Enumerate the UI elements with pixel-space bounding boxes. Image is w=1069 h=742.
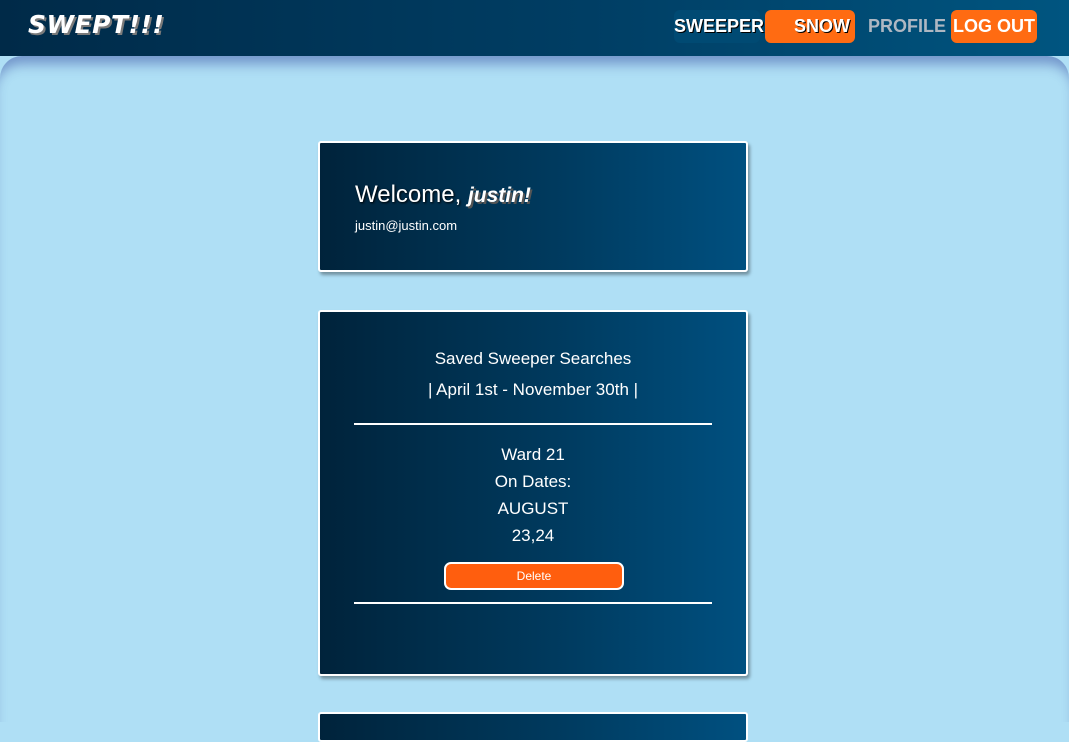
divider-bottom <box>354 602 712 604</box>
nav-profile-button[interactable]: PROFILE <box>868 10 946 43</box>
month-label: AUGUST <box>497 499 569 518</box>
saved-searches-title: Saved Sweeper Searches <box>434 349 632 368</box>
days-label: 23,24 <box>511 526 555 545</box>
delete-button[interactable]: Delete <box>444 562 624 590</box>
top-navbar: SWEPT!!! SWEEPER SNOW PROFILE LOG OUT <box>0 0 1069 56</box>
app-logo[interactable]: SWEPT!!! <box>28 10 164 39</box>
nav-sweeper-button[interactable]: SWEEPER <box>674 10 764 43</box>
welcome-username: justin! <box>467 184 531 207</box>
welcome-greeting: Welcome, <box>355 181 462 208</box>
next-card <box>318 712 748 742</box>
user-email: justin@justin.com <box>355 218 458 233</box>
saved-searches-card: Saved Sweeper Searches | April 1st - Nov… <box>318 310 748 676</box>
divider-top <box>354 423 712 425</box>
season-range: | April 1st - November 30th | <box>427 380 639 399</box>
logout-button[interactable]: LOG OUT <box>951 10 1037 43</box>
nav-snow-button[interactable]: SNOW <box>765 10 855 43</box>
welcome-card: Welcome, justin! justin@justin.com <box>318 141 748 272</box>
ward-label: Ward 21 <box>501 445 565 464</box>
dates-label: On Dates: <box>494 472 572 491</box>
welcome-heading: Welcome, justin! <box>355 181 531 209</box>
